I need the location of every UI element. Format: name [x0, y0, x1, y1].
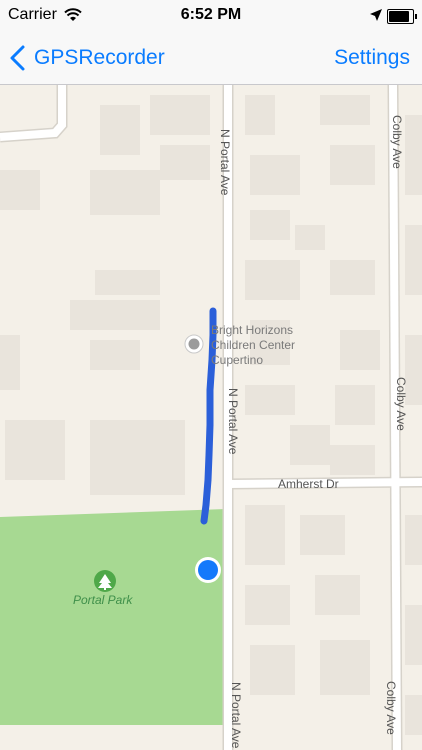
battery-level — [389, 11, 409, 22]
navigation-bar: GPSRecorder Settings — [0, 32, 422, 85]
battery-icon — [387, 9, 417, 24]
settings-button[interactable]: Settings — [334, 46, 410, 70]
map-view[interactable]: N Portal Ave N Portal Ave N Portal Ave C… — [0, 85, 422, 750]
park-area — [0, 509, 226, 725]
street-label-portal-ave-1: N Portal Ave — [218, 129, 232, 196]
tree-icon — [94, 570, 116, 592]
street-label-portal-ave-3: N Portal Ave — [229, 682, 243, 749]
poi-label-line1: Bright Horizons — [211, 323, 294, 337]
street-label-colby-ave-3: Colby Ave — [384, 681, 398, 735]
street-label-amherst-dr: Amherst Dr — [278, 477, 339, 491]
poi-label[interactable]: Bright Horizons Children Center Cupertin… — [211, 323, 295, 368]
location-arrow-icon — [370, 8, 382, 26]
park-label[interactable]: Portal Park — [73, 593, 132, 607]
map-canvas — [0, 85, 422, 750]
status-bar: Carrier 6:52 PM — [0, 0, 422, 32]
street-label-colby-ave-2: Colby Ave — [394, 377, 408, 431]
poi-label-line3: Cupertino — [211, 353, 264, 367]
back-button-label: GPSRecorder — [34, 46, 165, 69]
chevron-left-icon — [10, 45, 25, 71]
poi-marker-icon — [184, 334, 204, 354]
street-label-portal-ave-2: N Portal Ave — [226, 388, 240, 455]
street-label-colby-ave-1: Colby Ave — [390, 115, 404, 169]
back-button[interactable]: GPSRecorder — [8, 42, 165, 74]
poi-label-line2: Children Center — [211, 338, 296, 352]
clock: 6:52 PM — [180, 6, 242, 23]
